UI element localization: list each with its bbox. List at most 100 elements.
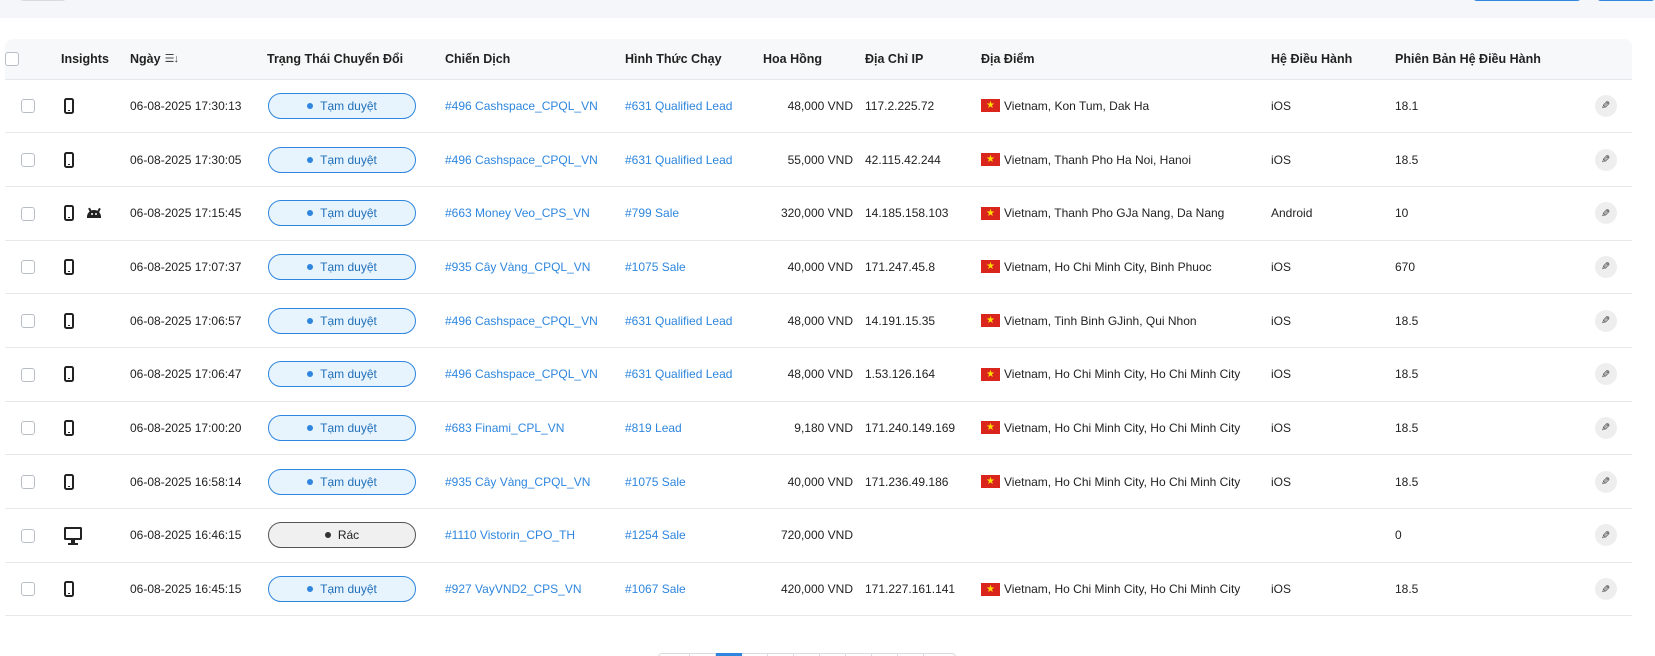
table-body: 06-08-2025 17:30:13 Tạm duyệt #496 Cashspa…: [5, 79, 1632, 617]
edit-button[interactable]: ✎: [1595, 202, 1617, 225]
insights-cell: [50, 186, 130, 241]
table-row[interactable]: 06-08-2025 17:30:05 Tạm duyệt #496 Cashspa…: [5, 132, 1632, 187]
mode-link[interactable]: #1067 Sale: [625, 582, 686, 596]
table-row[interactable]: 06-08-2025 17:30:13 Tạm duyệt #496 Cashspa…: [5, 79, 1632, 134]
row-checkbox[interactable]: [20, 99, 35, 114]
os-version-cell: 18.5: [1395, 132, 1595, 187]
toolbar-button-left[interactable]: [18, 0, 68, 1]
mode-link[interactable]: #819 Lead: [625, 421, 682, 435]
row-checkbox[interactable]: [20, 314, 35, 328]
campaign-link[interactable]: #935 Cây Vàng_CPQL_VN: [445, 475, 590, 489]
status-badge[interactable]: Tạm duyệt: [268, 576, 416, 603]
mode-link[interactable]: #799 Sale: [625, 206, 679, 220]
campaign-link[interactable]: #496 Cashspace_CPQL_VN: [445, 99, 598, 113]
status-badge[interactable]: Tạm duyệt: [268, 200, 416, 227]
mode-link[interactable]: #631 Qualified Lead: [625, 367, 732, 381]
campaign-link[interactable]: #935 Cây Vàng_CPQL_VN: [445, 260, 590, 274]
os-version-cell: 18.5: [1395, 347, 1595, 402]
campaign-link[interactable]: #496 Cashspace_CPQL_VN: [445, 153, 598, 167]
table-row[interactable]: 06-08-2025 16:46:15 Rác #1110 Vistorin_CPO…: [5, 508, 1632, 563]
toolbar-button-right-1[interactable]: [1472, 0, 1582, 1]
status-badge[interactable]: Tạm duyệt: [268, 92, 416, 119]
campaign-cell: #496 Cashspace_CPQL_VN: [445, 79, 625, 134]
ip-cell: 171.240.149.169: [865, 401, 981, 456]
table-row[interactable]: 06-08-2025 17:07:37 Tạm duyệt #935 Cây Vàn…: [5, 240, 1632, 295]
os-cell: iOS: [1271, 79, 1395, 134]
campaign-link[interactable]: #683 Finami_CPL_VN: [445, 421, 564, 435]
top-toolbar-strip: [0, 0, 1655, 18]
toolbar-button-right-2[interactable]: [1596, 0, 1655, 1]
row-checkbox[interactable]: [20, 367, 35, 382]
date-cell: 06-08-2025 17:06:57: [130, 293, 267, 348]
status-badge[interactable]: Rác: [268, 522, 416, 549]
mode-link[interactable]: #631 Qualified Lead: [625, 314, 732, 328]
status-label: Tạm duyệt: [320, 474, 377, 489]
campaign-cell: #935 Cây Vàng_CPQL_VN: [445, 454, 625, 509]
actions-cell: ✎: [1595, 186, 1632, 241]
location-text: Vietnam, Ho Chi Minh City, Ho Chi Minh C…: [1004, 474, 1241, 489]
table-row[interactable]: 06-08-2025 17:06:47 Tạm duyệt #496 Cashspa…: [5, 347, 1632, 402]
mode-cell: #1075 Sale: [625, 454, 763, 509]
status-badge[interactable]: Tạm duyệt: [268, 414, 416, 441]
edit-button[interactable]: ✎: [1595, 148, 1617, 171]
header-commission-label: Hoa Hồng: [763, 51, 823, 66]
row-checkbox[interactable]: [20, 260, 35, 275]
location-cell: Vietnam, Tinh Binh GJinh, Qui Nhon: [981, 293, 1271, 348]
location-wrap: Vietnam, Ho Chi Minh City, Ho Chi Minh C…: [981, 474, 1271, 489]
commission-cell: 48,000 VND: [763, 79, 865, 134]
status-dot-icon: [307, 263, 314, 270]
status-badge[interactable]: Tạm duyệt: [268, 253, 416, 280]
sort-descending-icon[interactable]: ☰↓: [165, 52, 179, 65]
campaign-link[interactable]: #927 VayVND2_CPS_VN: [445, 582, 582, 596]
edit-button[interactable]: ✎: [1595, 363, 1617, 386]
status-badge[interactable]: Tạm duyệt: [268, 307, 416, 334]
vietnam-flag-icon: [981, 98, 1000, 113]
mode-cell: #631 Qualified Lead: [625, 79, 763, 134]
row-checkbox[interactable]: [20, 421, 35, 436]
status-cell: Tạm duyệt: [267, 79, 445, 134]
mode-link[interactable]: #1075 Sale: [625, 475, 686, 489]
table-row[interactable]: 06-08-2025 17:06:57 Tạm duyệt #496 Cashspa…: [5, 293, 1632, 348]
row-checkbox[interactable]: [20, 152, 35, 167]
mode-link[interactable]: #1254 Sale: [625, 528, 686, 542]
mode-link[interactable]: #631 Qualified Lead: [625, 153, 732, 167]
date-cell: 06-08-2025 17:30:05: [130, 132, 267, 187]
edit-button[interactable]: ✎: [1595, 94, 1617, 117]
commission-cell: 720,000 VND: [763, 508, 865, 563]
edit-button[interactable]: ✎: [1595, 578, 1617, 601]
table-row[interactable]: 06-08-2025 17:15:45 Tạm duyệt #663 Money V…: [5, 186, 1632, 241]
edit-button[interactable]: ✎: [1595, 255, 1617, 278]
mode-link[interactable]: #631 Qualified Lead: [625, 99, 732, 113]
row-select-cell: [5, 293, 50, 348]
location-wrap: Vietnam, Ho Chi Minh City, Binh Phuoc: [981, 259, 1271, 274]
table-row[interactable]: 06-08-2025 16:45:15 Tạm duyệt #927 VayVND2…: [5, 562, 1632, 617]
table-row[interactable]: 06-08-2025 16:58:14 Tạm duyệt #935 Cây Vàn…: [5, 454, 1632, 509]
edit-button[interactable]: ✎: [1595, 470, 1617, 493]
header-date[interactable]: Ngày ☰↓: [130, 39, 267, 80]
vietnam-flag-icon: [981, 582, 1000, 597]
device-icons: [50, 97, 130, 114]
campaign-link[interactable]: #663 Money Veo_CPS_VN: [445, 206, 590, 220]
table-row[interactable]: 06-08-2025 17:00:20 Tạm duyệt #683 Finami_…: [5, 401, 1632, 456]
location-cell: Vietnam, Ho Chi Minh City, Binh Phuoc: [981, 240, 1271, 295]
status-badge[interactable]: Tạm duyệt: [268, 468, 416, 495]
row-checkbox[interactable]: [20, 206, 35, 221]
campaign-link[interactable]: #496 Cashspace_CPQL_VN: [445, 314, 598, 328]
location-cell: Vietnam, Thanh Pho Ha Noi, Hanoi: [981, 132, 1271, 187]
os-cell: iOS: [1271, 454, 1395, 509]
row-checkbox[interactable]: [20, 528, 35, 543]
os-cell: iOS: [1271, 562, 1395, 617]
edit-button[interactable]: ✎: [1595, 309, 1617, 332]
edit-button[interactable]: ✎: [1595, 416, 1617, 439]
campaign-link[interactable]: #1110 Vistorin_CPO_TH: [445, 528, 575, 542]
mode-link[interactable]: #1075 Sale: [625, 260, 686, 274]
edit-button[interactable]: ✎: [1595, 524, 1617, 547]
select-all-checkbox[interactable]: [5, 52, 19, 67]
status-badge[interactable]: Tạm duyệt: [268, 146, 416, 173]
campaign-link[interactable]: #496 Cashspace_CPQL_VN: [445, 367, 598, 381]
status-cell: Tạm duyệt: [267, 562, 445, 617]
os-cell: iOS: [1271, 132, 1395, 187]
status-badge[interactable]: Tạm duyệt: [268, 361, 416, 388]
row-checkbox[interactable]: [20, 582, 35, 597]
row-checkbox[interactable]: [20, 475, 35, 490]
